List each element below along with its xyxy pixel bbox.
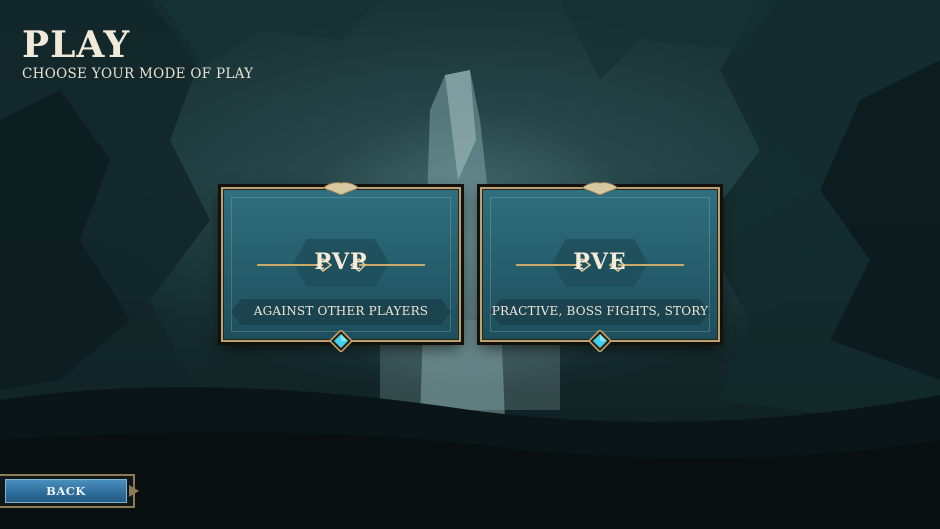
mode-name: PVE (573, 249, 627, 275)
chevron-right-icon (129, 485, 139, 497)
mode-name: PVP (314, 249, 368, 275)
diamond-gem-icon (589, 330, 611, 352)
back-button[interactable]: BACK (0, 474, 139, 508)
back-button-label: BACK (46, 484, 86, 498)
mode-description: AGAINST OTHER PLAYERS (253, 304, 429, 318)
mode-card-pve[interactable]: PVE PRACTIVE, BOSS FIGHTS, STORY (480, 182, 720, 352)
diamond-gem-icon (330, 330, 352, 352)
crest-ornament-icon (323, 182, 359, 195)
page-subtitle: CHOOSE YOUR MODE OF PLAY (22, 66, 254, 82)
mode-card-pvp[interactable]: PVP AGAINST OTHER PLAYERS (221, 182, 461, 352)
mode-description: PRACTIVE, BOSS FIGHTS, STORY (491, 304, 709, 318)
crest-ornament-icon (582, 182, 618, 195)
page-title: PLAY (22, 24, 131, 66)
